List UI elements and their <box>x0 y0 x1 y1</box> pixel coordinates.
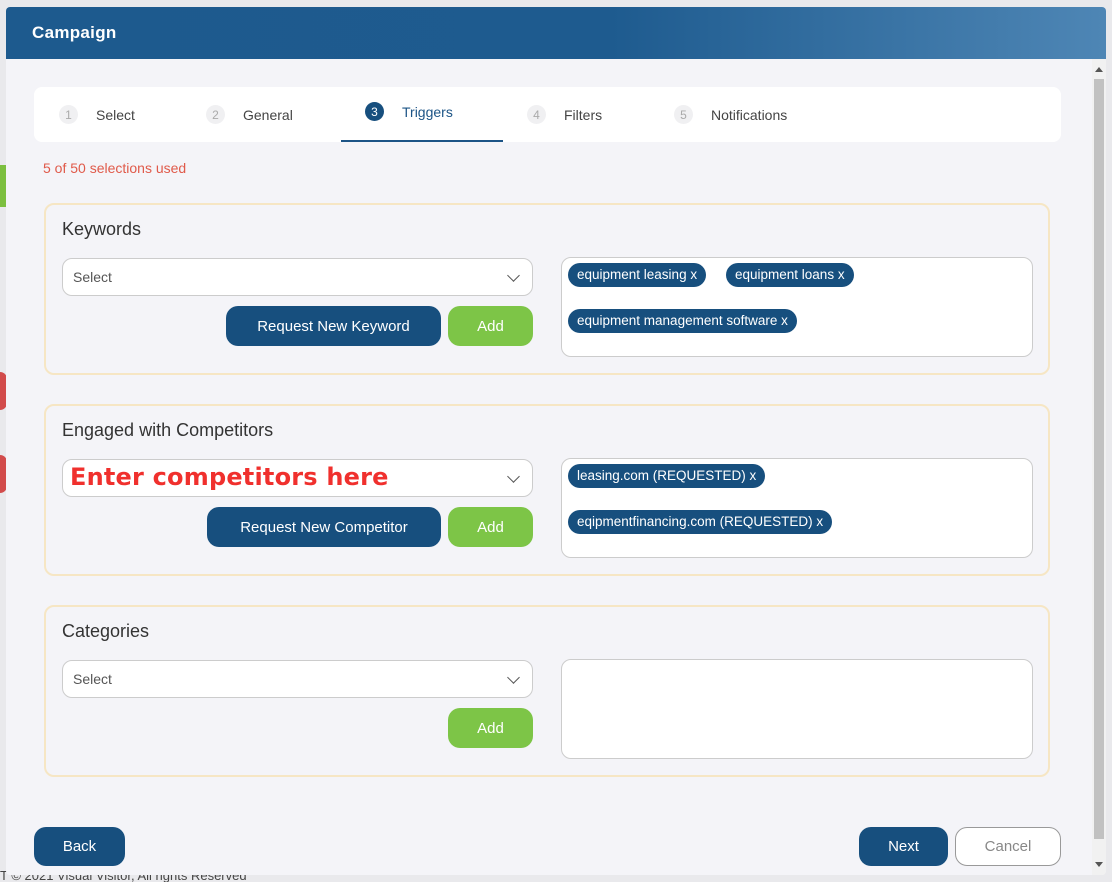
add-competitor-button[interactable]: Add <box>448 507 533 547</box>
add-category-button[interactable]: Add <box>448 708 533 748</box>
modal-title: Campaign <box>6 7 1106 59</box>
step-select[interactable]: 1 Select <box>59 87 135 142</box>
step-number: 1 <box>59 105 78 124</box>
next-button[interactable]: Next <box>859 827 948 866</box>
competitor-tag[interactable]: leasing.com (REQUESTED) x <box>568 464 766 488</box>
wizard-stepper: 1 Select 2 General 3 Triggers 4 Filters … <box>34 87 1061 142</box>
step-number: 3 <box>365 102 384 121</box>
keyword-tag[interactable]: equipment loans x <box>726 263 854 287</box>
keyword-tag[interactable]: equipment leasing x <box>568 263 707 287</box>
step-label: Select <box>96 106 135 123</box>
step-general[interactable]: 2 General <box>206 87 293 142</box>
step-number: 4 <box>527 105 546 124</box>
selections-used-counter: 5 of 50 selections used <box>43 160 187 176</box>
step-label: Filters <box>564 106 603 123</box>
step-number: 2 <box>206 105 225 124</box>
competitors-section: Engaged with Competitors Enter competito… <box>44 404 1050 576</box>
categories-section: Categories Select Add <box>44 605 1050 777</box>
section-title: Engaged with Competitors <box>62 420 274 440</box>
keywords-select[interactable]: Select <box>62 258 533 296</box>
chevron-down-icon <box>507 671 520 684</box>
step-label: General <box>243 106 293 123</box>
select-placeholder: Select <box>73 671 112 687</box>
request-new-competitor-button[interactable]: Request New Competitor <box>207 507 441 547</box>
add-keyword-button[interactable]: Add <box>448 306 533 346</box>
step-label: Triggers <box>402 103 453 120</box>
section-title: Keywords <box>62 219 142 239</box>
cancel-button[interactable]: Cancel <box>955 827 1061 866</box>
competitors-tag-box: leasing.com (REQUESTED) x eqipmentfinanc… <box>561 458 1033 558</box>
campaign-modal: Campaign 1 Select 2 General 3 Triggers 4… <box>6 7 1106 875</box>
step-notifications[interactable]: 5 Notifications <box>674 87 787 142</box>
scroll-down-arrow-icon[interactable] <box>1095 862 1103 867</box>
step-filters[interactable]: 4 Filters <box>527 87 602 142</box>
keyword-tag[interactable]: equipment management software x <box>568 309 797 333</box>
step-label: Notifications <box>711 106 788 123</box>
keywords-tag-box: equipment leasing x equipment loans x eq… <box>561 257 1033 357</box>
section-title: Categories <box>62 621 150 641</box>
step-number: 5 <box>674 105 693 124</box>
request-new-keyword-button[interactable]: Request New Keyword <box>226 306 441 346</box>
competitors-select[interactable]: Enter competitors here <box>62 459 533 497</box>
chevron-down-icon <box>507 470 520 483</box>
competitor-tag[interactable]: eqipmentfinancing.com (REQUESTED) x <box>568 510 833 534</box>
keywords-section: Keywords Select Request New Keyword Add … <box>44 203 1050 375</box>
scroll-up-arrow-icon[interactable] <box>1095 67 1103 72</box>
instruction-annotation: Enter competitors here <box>70 463 389 491</box>
modal-scrollbar[interactable] <box>1092 59 1106 875</box>
active-step-underline <box>341 140 503 142</box>
scroll-thumb[interactable] <box>1094 79 1104 839</box>
select-placeholder: Select <box>73 269 112 285</box>
categories-select[interactable]: Select <box>62 660 533 698</box>
categories-tag-box <box>561 659 1033 759</box>
back-button[interactable]: Back <box>34 827 125 866</box>
step-triggers[interactable]: 3 Triggers <box>365 84 453 139</box>
chevron-down-icon <box>507 269 520 282</box>
